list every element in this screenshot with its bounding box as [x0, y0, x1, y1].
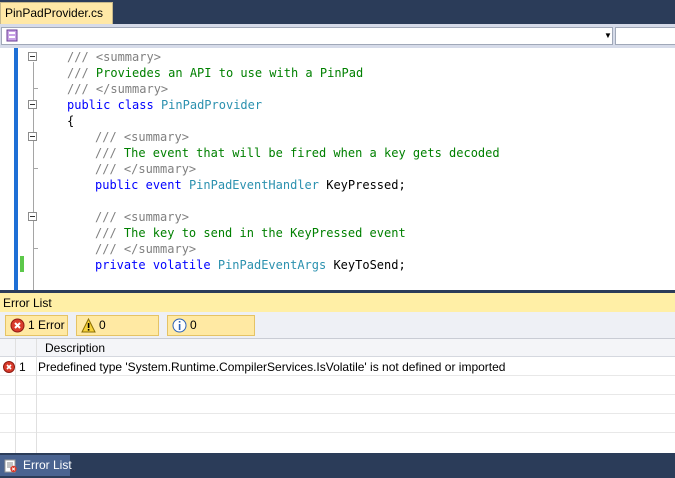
- code-token: ///: [95, 242, 124, 256]
- tool-window-tab-strip: [0, 453, 675, 478]
- code-token: ///: [67, 66, 96, 80]
- messages-filter-button[interactable]: 0 Messages: [167, 315, 255, 351]
- errors-filter-label: 1 Error: [28, 318, 65, 332]
- class-icon: [6, 29, 18, 42]
- code-token: volatile: [152, 258, 211, 272]
- code-token: The key to send in the KeyPressed event: [123, 226, 406, 240]
- code-token: The event that will be fired when a key …: [123, 146, 500, 160]
- info-icon: [172, 318, 187, 333]
- error-description: Predefined type 'System.Runtime.Compiler…: [38, 360, 506, 374]
- code-line: public event PinPadEventHandler KeyPress…: [95, 177, 406, 193]
- chevron-down-icon[interactable]: ▼: [603, 28, 613, 44]
- code-token: PinPadProvider: [160, 98, 263, 112]
- error-icon: [10, 318, 25, 333]
- outline-tick: [33, 248, 38, 249]
- error-number: 1: [19, 360, 26, 374]
- code-token: ///: [95, 130, 124, 144]
- code-token: public: [95, 178, 139, 192]
- code-line: /// <summary>: [67, 49, 161, 65]
- code-line: {: [67, 113, 74, 129]
- warnings-filter-button[interactable]: 0 Warnings: [76, 315, 159, 351]
- row-divider: [0, 432, 675, 433]
- code-token: KeyToSend;: [326, 258, 406, 272]
- collapse-toggle[interactable]: [28, 132, 37, 141]
- code-line: /// Proviedes an API to use with a PinPa…: [67, 65, 363, 81]
- member-dropdown[interactable]: [615, 27, 675, 45]
- code-token: {: [67, 114, 75, 128]
- type-dropdown[interactable]: [1, 27, 613, 45]
- row-divider: [0, 394, 675, 395]
- code-line: /// <summary>: [95, 209, 189, 225]
- errors-filter-button[interactable]: 1 Error: [5, 315, 68, 336]
- code-token: private: [95, 258, 146, 272]
- code-line: /// The key to send in the KeyPressed ev…: [95, 225, 406, 241]
- code-token: ///: [67, 82, 96, 96]
- error-list-header: [0, 290, 675, 312]
- description-column-header[interactable]: Description: [45, 340, 105, 356]
- code-line: /// </summary>: [95, 241, 196, 257]
- code-line: /// <summary>: [95, 129, 189, 145]
- code-token: <summary>: [123, 130, 189, 144]
- editor-margin-strip: [14, 48, 18, 290]
- code-line: /// </summary>: [95, 161, 196, 177]
- collapse-toggle[interactable]: [28, 100, 37, 109]
- code-token: ///: [95, 226, 124, 240]
- code-line: /// The event that will be fired when a …: [95, 145, 500, 161]
- code-token: <summary>: [95, 50, 161, 64]
- code-token: Proviedes an API to use with a PinPad: [95, 66, 364, 80]
- code-token: event: [145, 178, 182, 192]
- outline-guide: [33, 62, 34, 290]
- code-line: public class PinPadProvider: [67, 97, 262, 113]
- error-list-tab-label: Error List: [23, 458, 72, 472]
- code-token: ///: [67, 50, 96, 64]
- code-token: ///: [95, 210, 124, 224]
- code-line: /// </summary>: [67, 81, 168, 97]
- outline-tick: [33, 88, 38, 89]
- code-token: public: [67, 98, 111, 112]
- code-token: PinPadEventArgs: [217, 258, 327, 272]
- collapse-toggle[interactable]: [28, 52, 37, 61]
- code-token: class: [117, 98, 154, 112]
- error-icon: [3, 361, 15, 373]
- code-token: </summary>: [95, 82, 169, 96]
- code-token: ///: [95, 146, 124, 160]
- code-token: KeyPressed;: [319, 178, 406, 192]
- changed-line-indicator: [20, 256, 24, 272]
- error-list-icon: [4, 459, 17, 473]
- column-divider: [36, 339, 37, 453]
- code-token: </summary>: [123, 162, 197, 176]
- code-editor[interactable]: /// <summary>/// Proviedes an API to use…: [0, 48, 675, 290]
- error-list-title: Error List: [3, 296, 52, 310]
- code-token: </summary>: [123, 242, 197, 256]
- collapse-toggle[interactable]: [28, 212, 37, 221]
- code-token: PinPadEventHandler: [188, 178, 319, 192]
- outline-tick: [33, 168, 38, 169]
- row-divider: [0, 413, 675, 414]
- column-divider: [15, 339, 16, 453]
- warning-icon: [81, 318, 96, 333]
- code-line: private volatile PinPadEventArgs KeyToSe…: [95, 257, 406, 273]
- row-divider: [0, 375, 675, 376]
- code-token: ///: [95, 162, 124, 176]
- document-tab-pinpadprovider[interactable]: PinPadProvider.cs: [0, 2, 113, 24]
- code-token: <summary>: [123, 210, 189, 224]
